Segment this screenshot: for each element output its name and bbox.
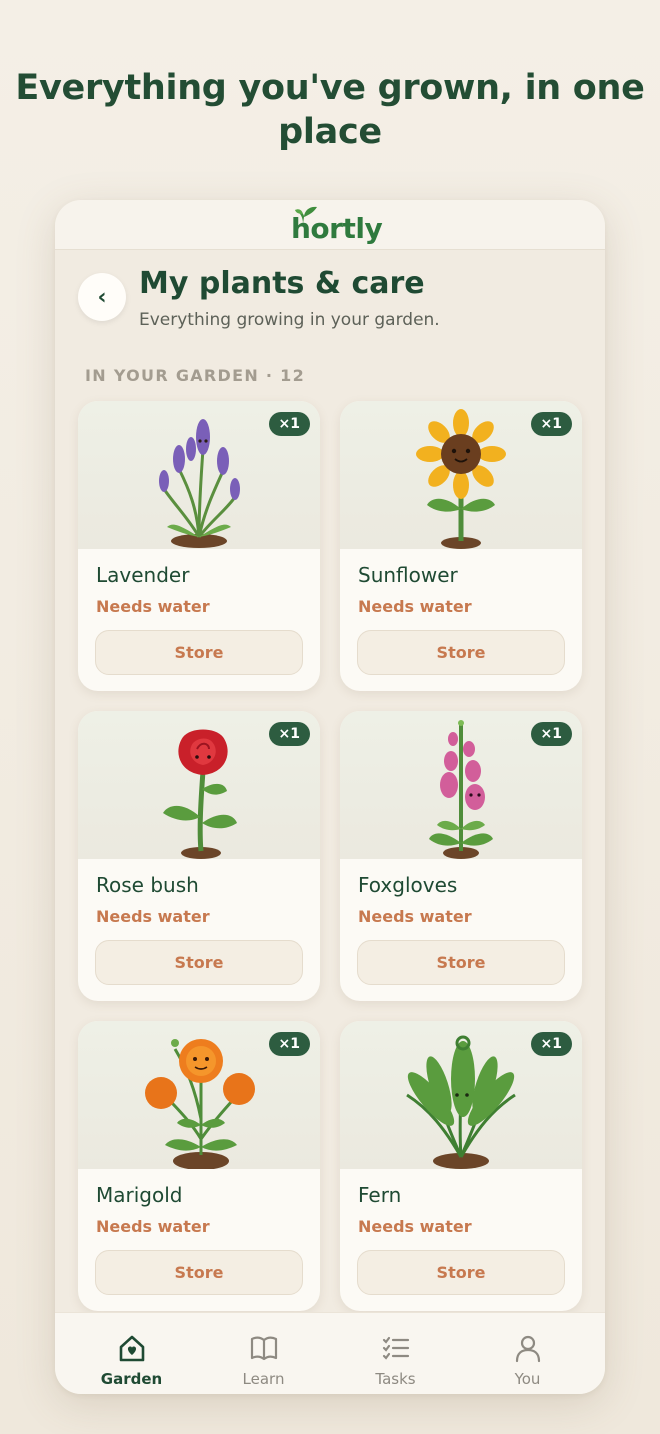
app-screen: hortly ‹ My plants & care Everything gro… [55, 200, 605, 1394]
plant-image-area: ×1 [340, 401, 582, 549]
plant-status: Needs water [358, 1217, 472, 1236]
plant-card[interactable]: ×1 Fern Needs water Store [340, 1021, 582, 1311]
tab-garden[interactable]: Garden [63, 1313, 200, 1394]
lavender-plant-icon [159, 419, 240, 548]
plant-card[interactable]: ×1 Lavender Needs water Store [78, 401, 320, 691]
sunflower-plant-icon [416, 409, 506, 549]
store-button[interactable]: Store [95, 1250, 303, 1295]
store-button[interactable]: Store [357, 1250, 565, 1295]
plant-name: Foxgloves [358, 873, 458, 897]
plant-name: Fern [358, 1183, 402, 1207]
marketing-headline: Everything you've grown, in one place [15, 68, 645, 152]
plant-status: Needs water [96, 1217, 210, 1236]
tab-tasks[interactable]: Tasks [327, 1313, 464, 1394]
chevron-left-icon: ‹ [97, 284, 107, 310]
store-button[interactable]: Store [95, 940, 303, 985]
plant-name: Rose bush [96, 873, 199, 897]
back-button[interactable]: ‹ [78, 273, 126, 321]
quantity-badge: ×1 [530, 1032, 572, 1056]
book-icon [250, 1336, 278, 1361]
plant-image-area: ×1 [340, 711, 582, 859]
plant-name: Lavender [96, 563, 190, 587]
tab-you[interactable]: You [459, 1313, 596, 1394]
store-button[interactable]: Store [95, 630, 303, 675]
plant-name: Sunflower [358, 563, 458, 587]
user-icon [515, 1335, 541, 1363]
tab-label: Tasks [375, 1370, 416, 1388]
tab-label: Garden [100, 1370, 163, 1388]
plant-card[interactable]: ×1 Foxgloves Needs water Store [340, 711, 582, 1001]
quantity-badge: ×1 [530, 412, 572, 436]
marigold-plant-icon [145, 1039, 255, 1169]
store-button[interactable]: Store [357, 940, 565, 985]
plant-card[interactable]: ×1 Marigold Needs water Store [78, 1021, 320, 1311]
plant-card[interactable]: ×1 Rose bush Needs water Store [78, 711, 320, 1001]
plant-name: Marigold [96, 1183, 183, 1207]
plant-status: Needs water [358, 907, 472, 926]
foxglove-plant-icon [429, 720, 493, 859]
tab-label: You [514, 1370, 541, 1388]
page-subtitle: Everything growing in your garden. [139, 310, 440, 330]
plant-status: Needs water [96, 597, 210, 616]
plant-status: Needs water [96, 907, 210, 926]
quantity-badge: ×1 [268, 412, 310, 436]
plant-image-area: ×1 [340, 1021, 582, 1169]
page-title: My plants & care [139, 266, 425, 301]
quantity-badge: ×1 [268, 722, 310, 746]
plant-status: Needs water [358, 597, 472, 616]
fern-plant-icon [406, 1035, 516, 1169]
tab-learn[interactable]: Learn [195, 1313, 332, 1394]
hortly-logo: hortly [291, 204, 383, 248]
tab-label: Learn [242, 1370, 285, 1388]
bottom-tab-bar: Garden Learn Tasks You [55, 1312, 605, 1394]
rose-plant-icon [163, 729, 237, 859]
quantity-badge: ×1 [530, 722, 572, 746]
house-heart-icon [119, 1335, 145, 1362]
quantity-badge: ×1 [268, 1032, 310, 1056]
store-button[interactable]: Store [357, 630, 565, 675]
app-top-bar: hortly [55, 200, 605, 250]
plant-image-area: ×1 [78, 1021, 320, 1169]
plant-card[interactable]: ×1 Sunflower Needs water Store [340, 401, 582, 691]
plant-image-area: ×1 [78, 401, 320, 549]
checklist-icon [382, 1336, 410, 1360]
logo-wordmark: hortly [291, 212, 383, 245]
section-label: IN YOUR GARDEN · 12 [85, 366, 306, 385]
plant-image-area: ×1 [78, 711, 320, 859]
